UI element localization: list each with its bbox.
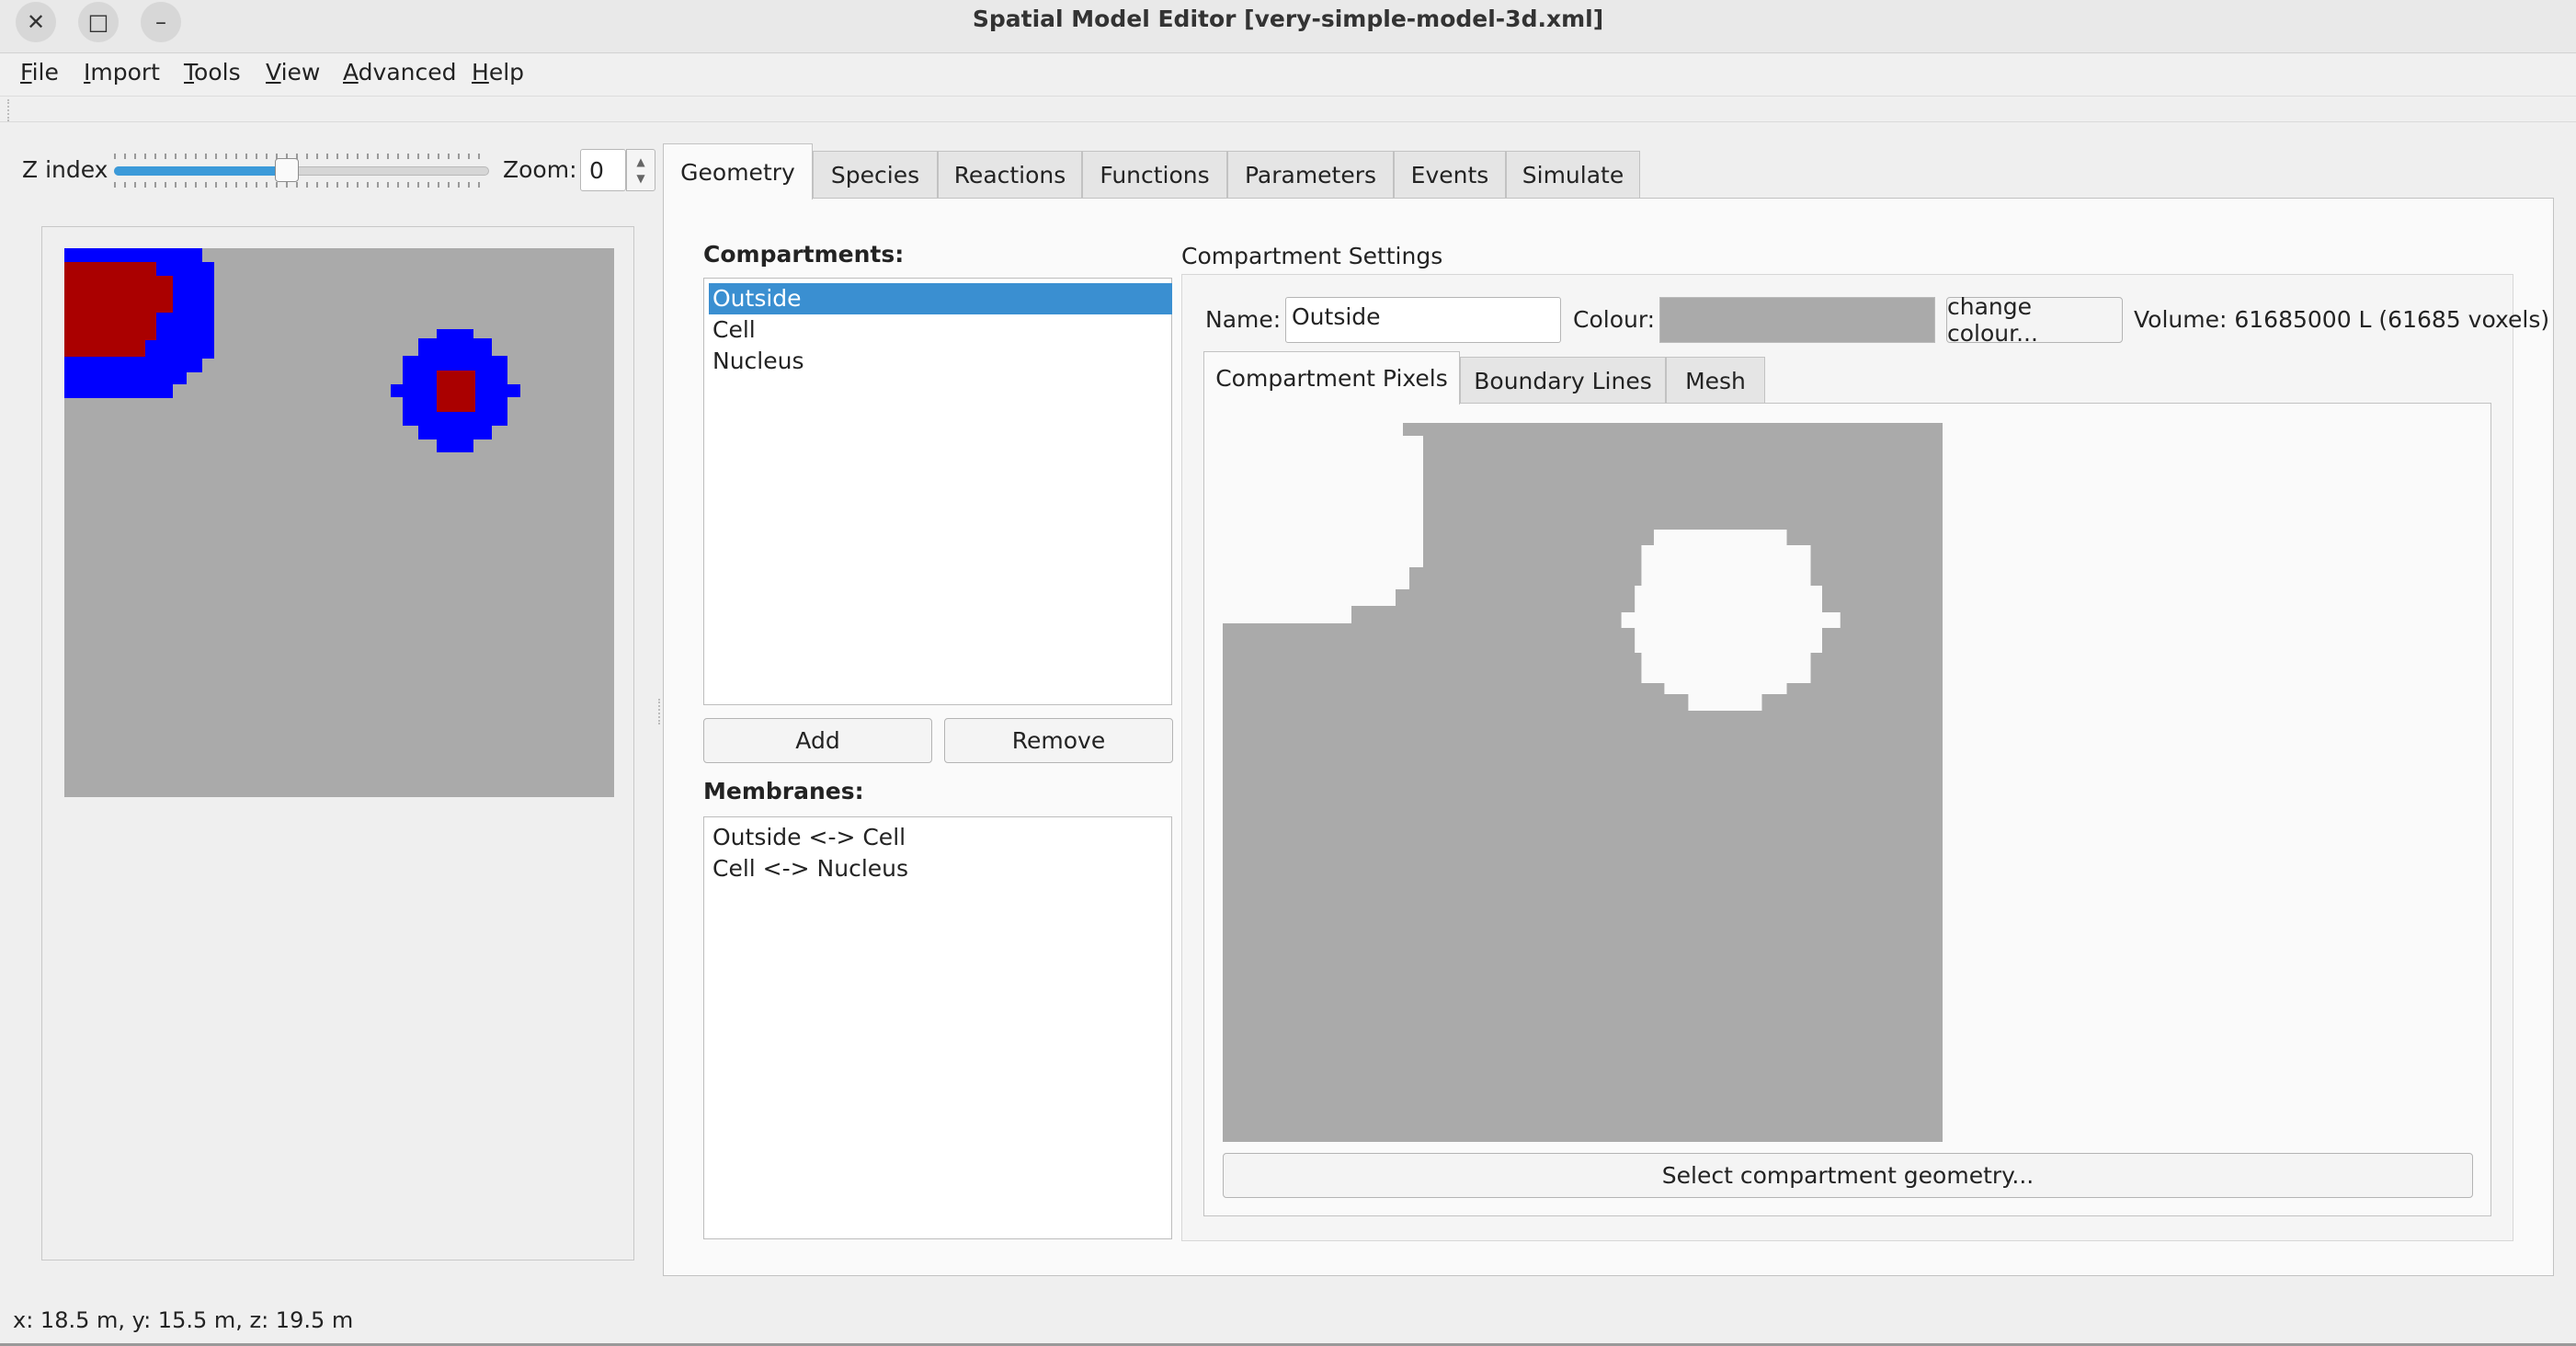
tab-geometry[interactable]: Geometry bbox=[663, 143, 813, 200]
compartments-list[interactable]: Outside Cell Nucleus bbox=[703, 278, 1172, 705]
list-item-outside-cell[interactable]: Outside <-> Cell bbox=[709, 822, 906, 853]
tab-simulate[interactable]: Simulate bbox=[1506, 151, 1640, 199]
membranes-list[interactable]: Outside <-> Cell Cell <-> Nucleus bbox=[703, 816, 1172, 1239]
menu-advanced[interactable]: Advanced bbox=[343, 59, 457, 86]
window-title: Spatial Model Editor [very-simple-model-… bbox=[972, 6, 1604, 32]
status-bar-text: x: 18.5 m, y: 15.5 m, z: 19.5 m bbox=[13, 1307, 354, 1333]
tab-boundary-lines[interactable]: Boundary Lines bbox=[1460, 357, 1666, 404]
geometry-image[interactable] bbox=[64, 248, 614, 797]
compartment-pixels-image[interactable] bbox=[1223, 423, 1943, 1142]
compartments-label: Compartments: bbox=[703, 241, 905, 268]
membranes-label: Membranes: bbox=[703, 778, 864, 804]
tab-events[interactable]: Events bbox=[1394, 151, 1506, 199]
cutout-corner bbox=[1223, 423, 1423, 623]
volume-text: Volume: 61685000 L (61685 voxels) bbox=[2134, 306, 2550, 333]
zoom-stepper[interactable]: ▲ ▼ bbox=[626, 149, 655, 191]
nucleus-region-circle bbox=[437, 371, 475, 412]
menu-import[interactable]: Import bbox=[84, 59, 160, 86]
zoom-label: Zoom: bbox=[503, 156, 577, 183]
colour-label: Colour: bbox=[1573, 306, 1656, 333]
z-index-slider-handle[interactable] bbox=[275, 158, 299, 182]
name-label: Name: bbox=[1205, 306, 1282, 333]
name-field[interactable]: Outside bbox=[1285, 297, 1561, 343]
z-index-label: Z index bbox=[22, 156, 108, 183]
spin-down-icon[interactable]: ▼ bbox=[627, 170, 655, 187]
remove-compartment-button[interactable]: Remove bbox=[944, 718, 1173, 763]
list-item-outside[interactable]: Outside bbox=[709, 283, 1172, 314]
toolbar-grip[interactable] bbox=[7, 99, 15, 121]
tab-mesh[interactable]: Mesh bbox=[1666, 357, 1765, 404]
tab-functions[interactable]: Functions bbox=[1082, 151, 1227, 199]
colour-swatch bbox=[1659, 297, 1935, 343]
splitter-handle[interactable] bbox=[658, 699, 664, 724]
menu-help[interactable]: Help bbox=[472, 59, 524, 86]
tab-parameters[interactable]: Parameters bbox=[1227, 151, 1394, 199]
z-index-slider-fill bbox=[114, 166, 287, 176]
add-compartment-button[interactable]: Add bbox=[703, 718, 932, 763]
menu-view[interactable]: View bbox=[266, 59, 320, 86]
select-geometry-button[interactable]: Select compartment geometry... bbox=[1223, 1153, 2473, 1198]
list-item-nucleus[interactable]: Nucleus bbox=[709, 346, 804, 377]
compartment-settings-title: Compartment Settings bbox=[1181, 243, 1443, 269]
list-item-cell[interactable]: Cell bbox=[709, 314, 756, 346]
tab-compartment-pixels[interactable]: Compartment Pixels bbox=[1203, 351, 1460, 405]
slider-ticks-bottom bbox=[114, 182, 487, 188]
tab-reactions[interactable]: Reactions bbox=[938, 151, 1082, 199]
tab-species[interactable]: Species bbox=[813, 151, 938, 199]
change-colour-button[interactable]: change colour... bbox=[1946, 293, 2123, 347]
toolbar-divider bbox=[0, 121, 2576, 122]
slider-ticks-top bbox=[114, 154, 487, 159]
menu-file[interactable]: File bbox=[20, 59, 59, 86]
list-item-cell-nucleus[interactable]: Cell <-> Nucleus bbox=[709, 853, 908, 884]
zoom-input[interactable]: 0 bbox=[580, 149, 626, 191]
spin-up-icon[interactable]: ▲ bbox=[627, 154, 655, 170]
menu-tools[interactable]: Tools bbox=[184, 59, 241, 86]
